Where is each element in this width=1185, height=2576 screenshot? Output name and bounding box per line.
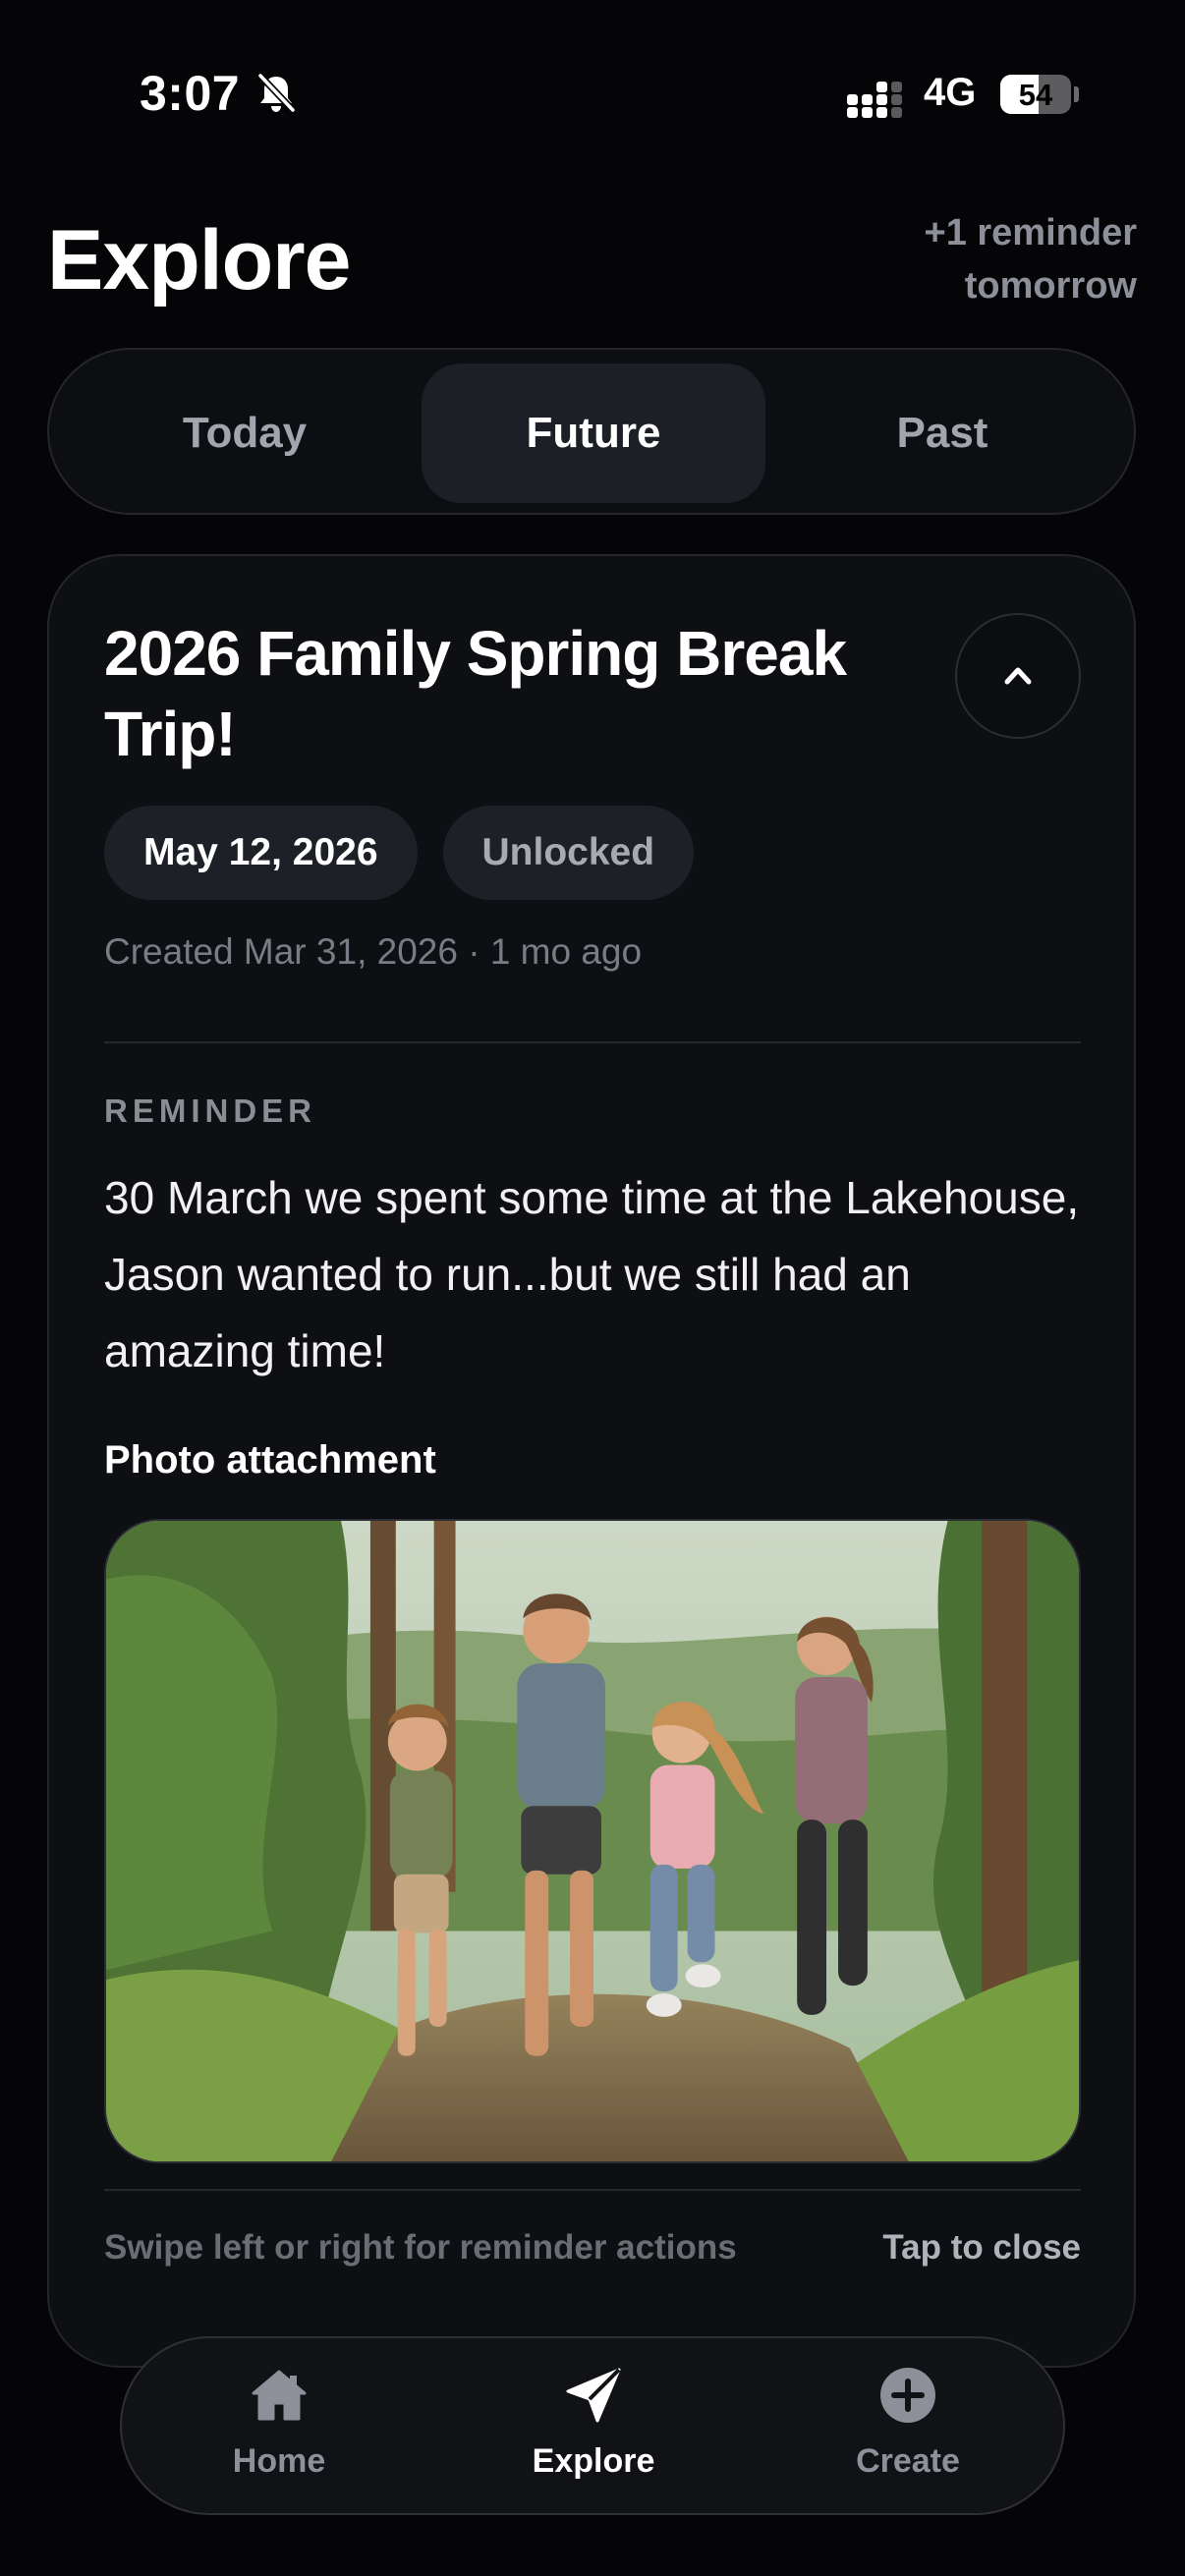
status-chip: Unlocked xyxy=(442,806,695,900)
battery-nub xyxy=(1074,86,1079,102)
section-label: REMINDER xyxy=(104,1092,317,1129)
battery-icon: 54 xyxy=(1000,75,1071,114)
nav-home[interactable]: Home xyxy=(161,2366,397,2493)
signal-icon xyxy=(847,79,904,118)
time-filter-tabs: Today Future Past xyxy=(47,348,1136,515)
status-time: 3:07 xyxy=(140,66,241,121)
tab-future[interactable]: Future xyxy=(422,364,765,503)
nav-explore[interactable]: Explore xyxy=(476,2366,711,2493)
divider xyxy=(104,1041,1081,1043)
photo-attachment[interactable] xyxy=(104,1519,1081,2163)
divider xyxy=(104,2189,1081,2191)
battery-percent: 54 xyxy=(1018,78,1053,112)
tab-label: Future xyxy=(526,409,661,457)
plus-circle-icon xyxy=(878,2366,937,2425)
tab-past[interactable]: Past xyxy=(770,364,1114,503)
swipe-hint: Swipe left or right for reminder actions xyxy=(104,2228,737,2267)
network-label: 4G xyxy=(924,71,977,114)
card-title: 2026 Family Spring Break Trip! xyxy=(104,618,847,769)
reminder-notice[interactable]: +1 reminder tomorrow xyxy=(842,206,1138,312)
reminder-card[interactable]: 2026 Family Spring Break Trip! May 12, 2… xyxy=(47,554,1136,2368)
reminder-notice-line1: +1 reminder xyxy=(924,212,1138,253)
bottom-nav: Home Explore Create xyxy=(120,2336,1065,2515)
home-icon xyxy=(250,2366,309,2425)
tab-today[interactable]: Today xyxy=(73,364,417,503)
reminder-notice-line2: tomorrow xyxy=(964,265,1137,307)
tab-label: Past xyxy=(896,409,988,457)
nav-label: Explore xyxy=(532,2442,655,2480)
tab-label: Today xyxy=(182,409,308,457)
nav-label: Create xyxy=(856,2442,960,2480)
send-icon xyxy=(564,2366,623,2425)
nav-label: Home xyxy=(232,2442,326,2480)
status-bar: 3:07 4G 54 xyxy=(0,0,1185,196)
chevron-up-icon xyxy=(1004,667,1032,685)
page-title: Explore xyxy=(47,213,351,308)
card-chips: May 12, 2026 Unlocked xyxy=(104,806,695,900)
photo-attachment-label: Photo attachment xyxy=(104,1438,436,1482)
reminder-text: 30 March we spent some time at the Lakeh… xyxy=(104,1172,1080,1376)
collapse-button[interactable] xyxy=(955,613,1081,739)
nav-create[interactable]: Create xyxy=(790,2366,1026,2493)
date-chip: May 12, 2026 xyxy=(104,806,418,900)
photo-family-running-icon xyxy=(106,1521,1079,2161)
tap-to-close-button[interactable]: Tap to close xyxy=(882,2228,1081,2268)
created-timestamp: Created Mar 31, 2026 · 1 mo ago xyxy=(104,931,643,972)
bell-slash-icon xyxy=(254,71,299,116)
